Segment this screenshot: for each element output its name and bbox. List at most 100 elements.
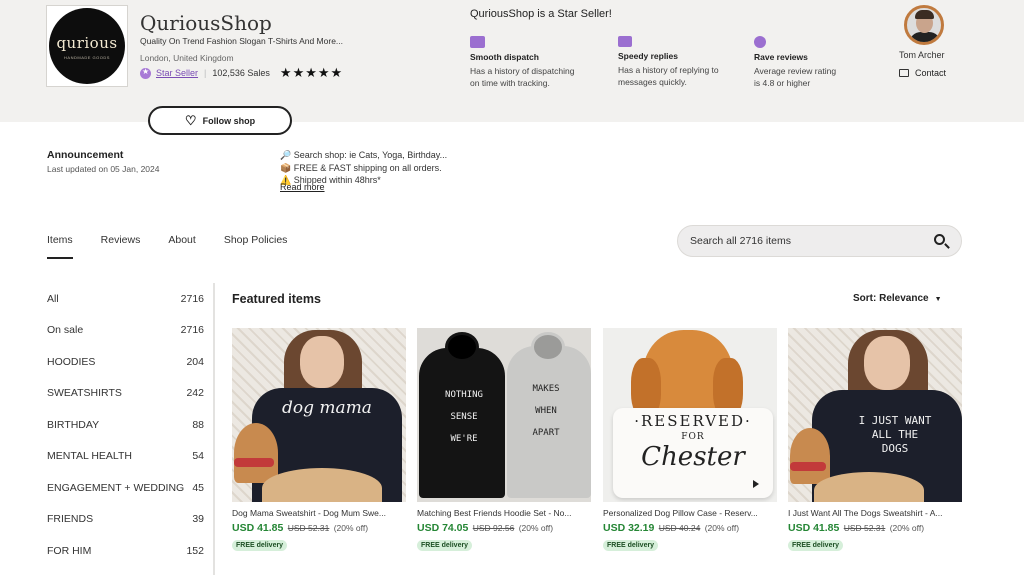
category-count: 88 [192, 418, 204, 431]
listing-title: Matching Best Friends Hoodie Set - No... [417, 508, 572, 518]
featured-title: Featured items [232, 292, 321, 306]
perk-desc: Has a history of dispatching on time wit… [470, 66, 575, 88]
price-row: USD 74.05 USD 92.56 (20% off) [417, 522, 591, 534]
listing-card[interactable]: I JUST WANT ALL THE DOGS I Just Want All… [788, 328, 962, 552]
logo-subtext: HANDMADE GOODS [64, 55, 110, 60]
category-count: 242 [186, 387, 204, 400]
free-delivery-badge: FREE delivery [603, 540, 659, 551]
category-item-on-sale[interactable]: On sale 2716 [47, 315, 213, 347]
truck-icon [470, 36, 485, 48]
follow-label: Follow shop [202, 115, 256, 126]
star-seller-icon [140, 67, 151, 79]
listing-title: Dog Mama Sweatshirt - Dog Mum Swe... [232, 508, 386, 518]
category-count: 45 [192, 481, 204, 494]
category-count: 204 [186, 355, 204, 368]
category-item-sweatshirts[interactable]: SWEATSHIRTS 242 [47, 378, 213, 410]
category-list: All 2716 On sale 2716 HOODIES 204 SWEATSHIR… [47, 283, 215, 575]
price-row: USD 41.85 USD 52.31 (20% off) [788, 522, 962, 534]
owner-avatar[interactable] [904, 5, 944, 45]
contact-label: Contact [915, 68, 947, 78]
search-icon[interactable] [934, 234, 945, 245]
perk-speedy-replies: Speedy replies Has a history of replying… [618, 36, 758, 88]
shop-name: QuriousShop [140, 11, 272, 35]
category-item-all[interactable]: All 2716 [47, 283, 213, 315]
category-count: 2716 [180, 324, 204, 337]
contact-button[interactable]: Contact [899, 68, 946, 78]
tab-reviews[interactable]: Reviews [101, 234, 141, 259]
listing-title: I Just Want All The Dogs Sweatshirt - A.… [788, 508, 943, 518]
discount: (20% off) [333, 523, 369, 533]
shop-tabs: Items Reviews About Shop Policies [47, 234, 315, 259]
announcement-title: Announcement [47, 149, 124, 161]
play-icon[interactable] [753, 480, 759, 488]
logo-disc: qurious HANDMADE GOODS [49, 8, 125, 84]
category-count: 152 [186, 544, 204, 557]
hoodie-print-right: MAKES WHEN APART [532, 384, 560, 438]
listing-image[interactable]: dog mama [232, 328, 406, 502]
discount: (20% off) [889, 523, 925, 533]
free-delivery-badge: FREE delivery [417, 540, 473, 551]
shop-search [677, 225, 962, 257]
listing-card[interactable]: ·RESERVED· FOR Chester Personalized Dog … [603, 328, 777, 552]
tab-about[interactable]: About [168, 234, 195, 259]
perk-desc: Has a history of replying to messages qu… [618, 65, 719, 87]
star-seller-link[interactable]: Star Seller [156, 68, 198, 78]
perk-title: Speedy replies [618, 51, 679, 61]
follow-shop-button[interactable]: ♡ Follow shop [148, 106, 292, 135]
shirt-print-line: DOGS [881, 442, 909, 455]
logo-wordmark: qurious [56, 34, 118, 52]
rating-stars-icon[interactable]: ★★★★★ [280, 65, 343, 81]
sales-count: 102,536 Sales [212, 68, 270, 78]
shop-badges: Star Seller | 102,536 Sales ★★★★★ [140, 65, 343, 81]
discount: (20% off) [518, 523, 554, 533]
shop-tagline: Quality On Trend Fashion Slogan T-Shirts… [140, 36, 343, 46]
owner-name: Tom Archer [899, 50, 945, 60]
announcement-date: Last updated on 05 Jan, 2024 [47, 164, 160, 174]
category-item-mental-health[interactable]: MENTAL HEALTH 54 [47, 441, 213, 473]
star-seller-title: QuriousShop is a Star Seller! [470, 8, 612, 20]
original-price: USD 52.31 [843, 523, 886, 533]
free-delivery-badge: FREE delivery [232, 540, 288, 551]
tab-shop-policies[interactable]: Shop Policies [224, 234, 288, 259]
announcement-line: 📦 FREE & FAST shipping on all orders. [280, 162, 442, 173]
shop-logo[interactable]: qurious HANDMADE GOODS [46, 5, 128, 87]
tab-items[interactable]: Items [47, 234, 73, 259]
shirt-print-line: I JUST WANT [858, 414, 932, 427]
perk-desc: Average review rating is 4.8 or higher [754, 66, 837, 88]
pillow-print-name: Chester [641, 442, 745, 472]
read-more-link[interactable]: Read more [280, 182, 325, 192]
separator: | [204, 68, 207, 78]
category-count: 54 [192, 450, 204, 463]
discount: (20% off) [704, 523, 740, 533]
listing-image[interactable]: I JUST WANT ALL THE DOGS [788, 328, 962, 502]
price-row: USD 32.19 USD 40.24 (20% off) [603, 522, 777, 534]
caret-down-icon: ▼ [934, 296, 942, 303]
listing-card[interactable]: dog mama Dog Mama Sweatshirt - Dog Mum S… [232, 328, 406, 552]
star-badge-icon [754, 36, 766, 48]
category-item-birthday[interactable]: BIRTHDAY 88 [47, 409, 213, 441]
listing-image[interactable]: NOTHING SENSE WE'RE MAKES WHEN APART [417, 328, 591, 502]
sale-price: USD 74.05 [417, 522, 469, 534]
original-price: USD 40.24 [658, 523, 701, 533]
perk-rave-reviews: Rave reviews Average review rating is 4.… [754, 36, 894, 89]
sort-dropdown[interactable]: Sort: Relevance ▼ [853, 293, 942, 304]
category-item-engagement-wedding[interactable]: ENGAGEMENT + WEDDING 45 [47, 472, 213, 504]
message-icon [618, 36, 632, 47]
listing-image[interactable]: ·RESERVED· FOR Chester [603, 328, 777, 502]
category-item-friends[interactable]: FRIENDS 39 [47, 504, 213, 536]
perk-title: Smooth dispatch [470, 52, 539, 62]
category-count: 39 [192, 513, 204, 526]
mail-icon [899, 69, 909, 77]
search-input[interactable] [690, 235, 920, 247]
free-delivery-badge: FREE delivery [788, 540, 844, 551]
shop-location: London, United Kingdom [140, 53, 234, 63]
sale-price: USD 41.85 [788, 522, 840, 534]
listing-card[interactable]: NOTHING SENSE WE'RE MAKES WHEN APART Mat… [417, 328, 591, 552]
category-item-for-him[interactable]: FOR HIM 152 [47, 535, 213, 567]
sale-price: USD 32.19 [603, 522, 655, 534]
original-price: USD 52.31 [287, 523, 330, 533]
perk-title: Rave reviews [754, 52, 808, 62]
category-count: 2716 [180, 292, 204, 305]
category-item-hoodies[interactable]: HOODIES 204 [47, 346, 213, 378]
sort-label: Sort: Relevance [853, 293, 929, 304]
